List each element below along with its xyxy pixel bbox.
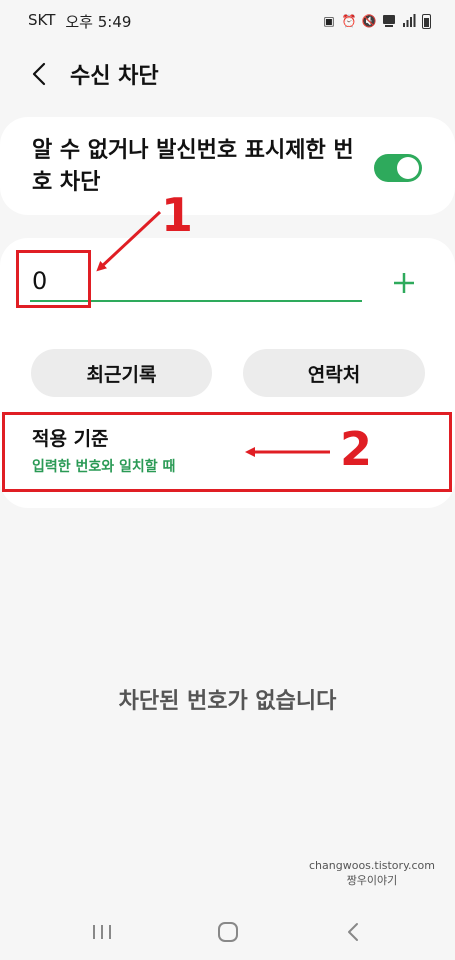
recent-apps-icon	[93, 925, 111, 939]
unknown-caller-block-label: 알 수 없거나 발신번호 표시제한 번호 차단	[32, 138, 354, 195]
unknown-caller-block-toggle[interactable]	[374, 154, 422, 182]
watermark-url: changwoos.tistory.com	[309, 859, 435, 872]
status-icons: ▣ ⏰ 🔇	[322, 13, 431, 29]
annotation-box-2	[2, 412, 452, 492]
watermark: changwoos.tistory.com 짱우이야기	[309, 858, 435, 888]
status-time: 오후 5:49	[65, 12, 132, 31]
recent-apps-button[interactable]	[88, 918, 116, 946]
back-icon	[348, 923, 358, 941]
alarm-icon: ⏰	[341, 14, 357, 28]
plus-icon	[394, 273, 414, 293]
network-5g-icon	[382, 14, 396, 28]
empty-state-text: 차단된 번호가 없습니다	[118, 689, 337, 714]
watermark-name: 짱우이야기	[346, 874, 398, 887]
carrier-label: SKT	[28, 10, 56, 29]
home-button[interactable]	[214, 918, 242, 946]
toggle-knob	[397, 157, 419, 179]
page-title: 수신 차단	[70, 64, 159, 89]
status-left: SKT 오후 5:49	[28, 11, 131, 32]
system-navigation-bar	[0, 900, 455, 960]
annotation-box-1	[16, 250, 91, 308]
header: 수신 차단	[0, 52, 455, 96]
status-bar: SKT 오후 5:49 ▣ ⏰ 🔇	[0, 0, 455, 42]
annotation-number-2: 2	[340, 422, 373, 476]
add-number-button[interactable]	[390, 266, 418, 300]
notification-icon: ▣	[323, 14, 335, 28]
home-icon	[218, 922, 238, 942]
battery-icon	[422, 13, 431, 29]
signal-icon	[402, 14, 416, 28]
mute-icon: 🔇	[361, 14, 377, 28]
back-chevron-icon	[32, 62, 46, 86]
annotation-number-1: 1	[161, 188, 194, 242]
contacts-button[interactable]: 연락처	[243, 349, 425, 397]
system-back-button[interactable]	[340, 918, 368, 946]
recent-logs-button[interactable]: 최근기록	[31, 349, 212, 397]
back-button[interactable]	[28, 60, 52, 88]
